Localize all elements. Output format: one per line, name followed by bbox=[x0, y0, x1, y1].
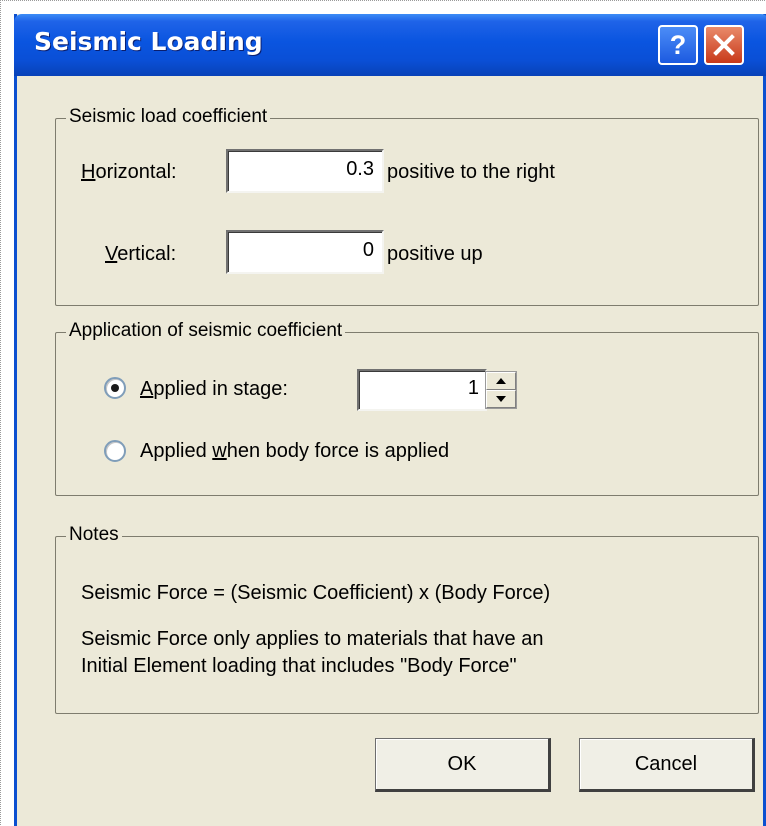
application-legend: Application of seismic coefficient bbox=[66, 320, 346, 342]
caret-up-icon bbox=[496, 378, 506, 384]
horizontal-label: Horizontal: bbox=[81, 161, 177, 183]
help-icon: ? bbox=[669, 29, 687, 60]
title-bar[interactable]: Seismic Loading ? bbox=[14, 14, 766, 76]
stage-spinner bbox=[485, 371, 517, 409]
seismic-coefficient-group: Seismic load coefficient bbox=[55, 106, 759, 306]
spinner-down-button[interactable] bbox=[486, 390, 516, 408]
vertical-direction-note: positive up bbox=[387, 243, 483, 265]
notes-legend: Notes bbox=[66, 524, 122, 546]
applied-with-body-force-radio[interactable] bbox=[104, 440, 126, 462]
vertical-label: Vertical: bbox=[105, 243, 177, 265]
dialog-title: Seismic Loading bbox=[34, 27, 263, 56]
vertical-coefficient-input[interactable]: 0 bbox=[226, 230, 384, 274]
horizontal-direction-note: positive to the right bbox=[387, 161, 555, 183]
stage-number-input[interactable]: 1 bbox=[357, 369, 487, 411]
seismic-coefficient-legend: Seismic load coefficient bbox=[66, 106, 271, 128]
notes-formula: Seismic Force = (Seismic Coefficient) x … bbox=[81, 582, 551, 604]
spinner-up-button[interactable] bbox=[486, 372, 516, 390]
notes-text-line-1: Seismic Force only applies to materials … bbox=[81, 628, 544, 650]
close-icon bbox=[713, 34, 735, 56]
applied-in-stage-radio[interactable] bbox=[104, 377, 126, 399]
notes-text-line-2: Initial Element loading that includes "B… bbox=[81, 655, 517, 677]
horizontal-coefficient-input[interactable]: 0.3 bbox=[226, 149, 384, 193]
application-group: Application of seismic coefficient bbox=[55, 320, 759, 496]
caret-down-icon bbox=[496, 396, 506, 402]
close-button[interactable] bbox=[704, 25, 744, 65]
applied-in-stage-label[interactable]: Applied in stage: bbox=[140, 378, 288, 401]
notes-group: Notes bbox=[55, 524, 759, 714]
help-button[interactable]: ? bbox=[658, 25, 698, 65]
ok-button[interactable]: OK bbox=[375, 738, 551, 792]
applied-with-body-force-label[interactable]: Applied when body force is applied bbox=[140, 440, 449, 463]
seismic-loading-dialog: Seismic Loading ? Seismic load coefficie… bbox=[14, 14, 766, 826]
cancel-button[interactable]: Cancel bbox=[579, 738, 755, 792]
